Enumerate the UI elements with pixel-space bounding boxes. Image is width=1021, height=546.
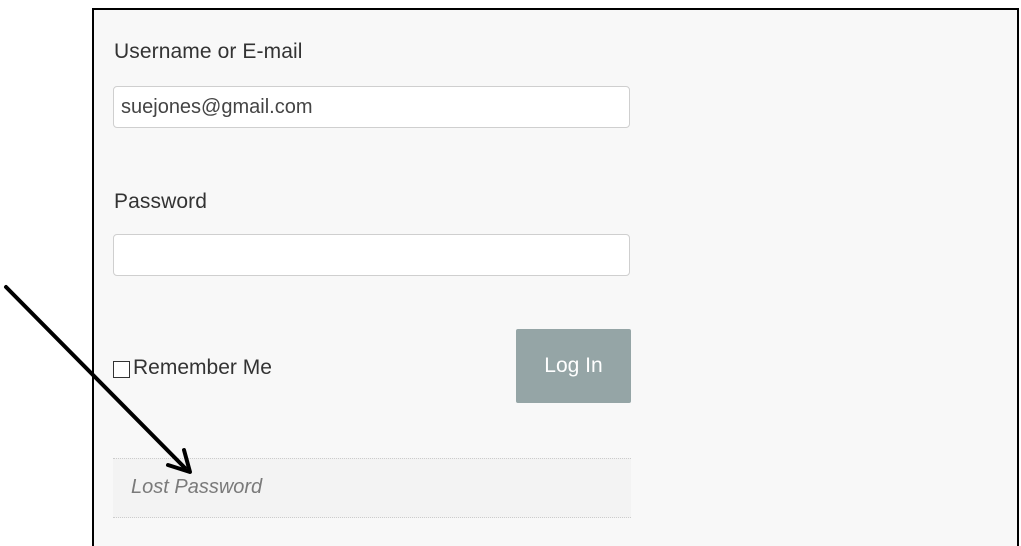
username-input[interactable] (113, 86, 630, 128)
lost-password-link[interactable]: Lost Password (131, 476, 262, 499)
login-button[interactable]: Log In (516, 329, 631, 403)
lost-password-box: Lost Password (113, 458, 631, 518)
username-label: Username or E-mail (114, 40, 303, 63)
password-input[interactable] (113, 234, 630, 276)
remember-me-label[interactable]: Remember Me (133, 356, 272, 380)
remember-me-row[interactable]: Remember Me (113, 356, 272, 380)
screenshot-page: Username or E-mail Password Remember Me … (0, 0, 1021, 546)
password-label: Password (114, 190, 208, 213)
remember-me-checkbox[interactable] (113, 361, 130, 378)
